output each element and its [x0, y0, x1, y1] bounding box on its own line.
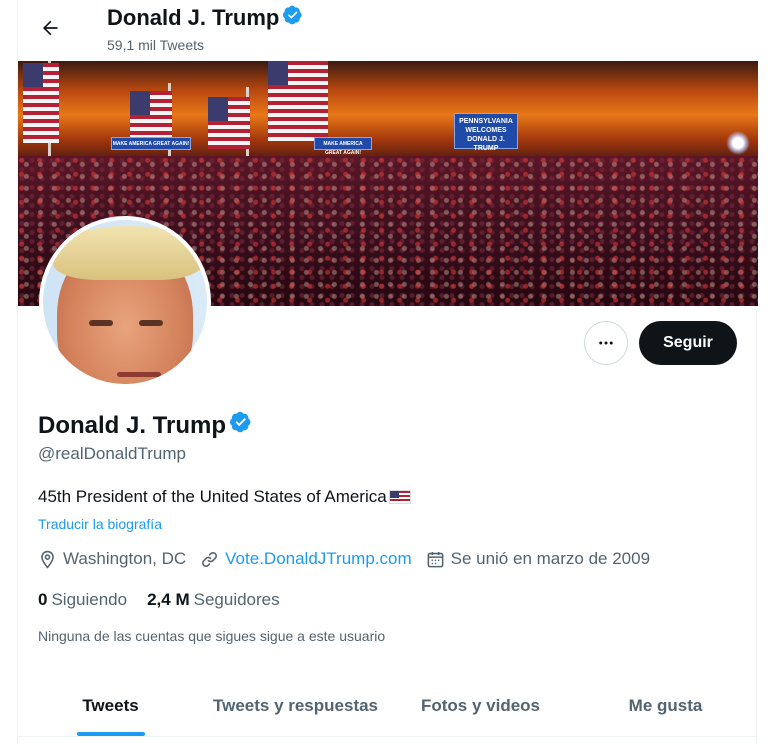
profile-column: Donald J. Trump 59,1 mil Tweets MAKE AME… [17, 0, 758, 744]
profile-name-text: Donald J. Trump [38, 411, 227, 439]
tab-tweets-replies[interactable]: Tweets y respuestas [203, 680, 388, 736]
joined-item: Se unió en marzo de 2009 [426, 549, 650, 569]
banner-sign: MAKE AMERICA GREAT AGAIN! [314, 137, 372, 156]
calendar-icon [427, 551, 444, 567]
top-bar: Donald J. Trump 59,1 mil Tweets [18, 0, 758, 60]
avatar[interactable] [39, 216, 211, 388]
tab-tweets[interactable]: Tweets [18, 680, 203, 736]
follow-button[interactable]: Seguir [639, 321, 737, 365]
avatar-mouth [117, 372, 161, 377]
profile-bio: 45th President of the United States of A… [38, 487, 411, 507]
header-tweet-count: 59,1 mil Tweets [107, 37, 205, 53]
banner-sign: MAKE AMERICA GREAT AGAIN! [111, 137, 191, 150]
followers-count: 2,4 M [147, 590, 190, 609]
us-flag-icon [388, 490, 411, 504]
flag-image [23, 63, 59, 143]
profile-bio-text: 45th President of the United States of A… [38, 487, 387, 506]
joined-text: Se unió en marzo de 2009 [450, 549, 651, 568]
back-button[interactable] [32, 10, 68, 46]
avatar-eye [89, 320, 113, 326]
link-icon [202, 551, 218, 567]
avatar-hair [53, 226, 203, 280]
banner-sign: PENNSYLVANIA WELCOMES DONALD J. TRUMP [454, 113, 518, 152]
location-item: Washington, DC [38, 549, 186, 569]
following-count: 0 [38, 590, 48, 609]
active-tab-indicator [76, 732, 145, 736]
translate-bio-link[interactable]: Traducir la biografía [38, 516, 162, 532]
flag-image [268, 61, 328, 141]
followers-label: Seguidores [193, 590, 280, 609]
more-horizontal-icon [599, 341, 613, 345]
profile-tabs: Tweets Tweets y respuestas Fotos y video… [18, 680, 758, 737]
profile-meta: Washington, DC Vote.DonaldJTrump.com Se … [38, 549, 664, 569]
followers-stat[interactable]: 2,4 M Seguidores [147, 590, 280, 610]
tab-label: Me gusta [628, 696, 703, 715]
website-item: Vote.DonaldJTrump.com [200, 549, 412, 569]
profile-name: Donald J. Trump [38, 411, 252, 440]
avatar-photo [43, 220, 207, 384]
tab-label: Tweets [82, 696, 139, 715]
verified-badge-icon [230, 411, 252, 440]
website-link[interactable]: Vote.DonaldJTrump.com [225, 549, 411, 569]
flag-image [208, 97, 250, 149]
stage-light [726, 131, 750, 155]
following-stat[interactable]: 0 Siguiendo [38, 590, 127, 610]
location-text: Washington, DC [63, 549, 187, 568]
profile-page: Donald J. Trump 59,1 mil Tweets MAKE AME… [0, 0, 768, 744]
followers-you-know-notice: Ninguna de las cuentas que sigues sigue … [38, 628, 386, 644]
tab-label: Fotos y videos [420, 696, 541, 715]
tab-media[interactable]: Fotos y videos [388, 680, 573, 736]
profile-handle: @realDonaldTrump [38, 444, 186, 463]
verified-badge-icon [283, 5, 303, 31]
avatar-eye [139, 320, 163, 326]
flag-image [130, 91, 172, 143]
header-title: Donald J. Trump [107, 5, 303, 31]
location-pin-icon [41, 550, 54, 569]
more-options-button[interactable] [584, 321, 628, 365]
tab-label: Tweets y respuestas [212, 696, 379, 715]
tab-likes[interactable]: Me gusta [573, 680, 758, 736]
arrow-left-icon [43, 20, 58, 36]
follow-stats: 0 Siguiendo 2,4 M Seguidores [38, 590, 300, 610]
header-name: Donald J. Trump [107, 5, 280, 30]
following-label: Siguiendo [51, 590, 128, 609]
